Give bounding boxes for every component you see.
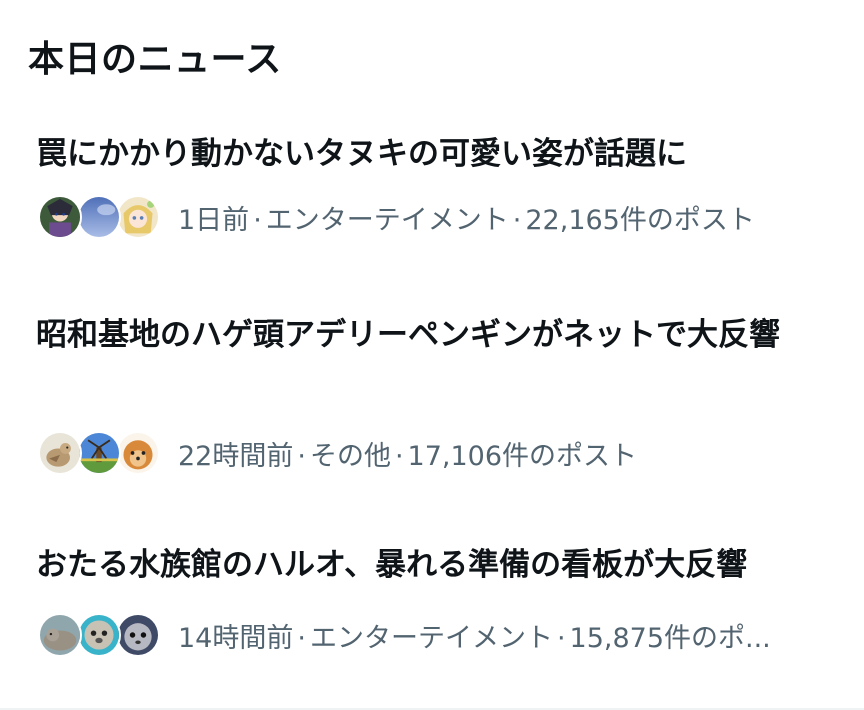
avatar	[116, 195, 160, 239]
news-time: 1日前	[178, 204, 250, 236]
news-meta-text: 22時間前 · その他 · 17,106件のポスト	[178, 434, 637, 473]
meta-separator: ·	[556, 622, 566, 654]
meta-separator: ·	[297, 622, 306, 654]
section-title: 本日のニュース	[28, 39, 282, 80]
news-post-count: 17,106件のポスト	[407, 440, 638, 472]
avatar	[38, 195, 82, 239]
meta-separator: ·	[297, 440, 306, 472]
avatar	[38, 431, 82, 475]
news-category: エンターテイメント	[309, 622, 553, 654]
news-time: 22時間前	[178, 440, 294, 472]
news-panel: 本日のニュース 罠にかかり動かないタヌキの可愛い姿が話題に 1日前 · エンターテイ…	[0, 0, 864, 710]
avatar	[77, 613, 121, 657]
news-item[interactable]: 罠にかかり動かないタヌキの可愛い姿が話題に 1日前 · エンターテイメント · 22,1…	[0, 112, 864, 262]
news-headline[interactable]: 罠にかかり動かないタヌキの可愛い姿が話題に	[36, 131, 826, 177]
news-meta: 1日前 · エンターテイメント · 22,165件のポスト	[38, 194, 755, 240]
avatar	[38, 613, 82, 657]
news-time: 14時間前	[178, 622, 294, 654]
news-category: エンターテイメント	[265, 204, 509, 236]
meta-separator: ·	[512, 204, 522, 236]
meta-separator: ·	[253, 204, 262, 236]
news-meta: 22時間前 · その他 · 17,106件のポスト	[38, 430, 637, 476]
avatar-group	[38, 194, 162, 240]
news-meta-text: 14時間前 · エンターテイメント · 15,875件のポ...	[178, 616, 771, 655]
avatar-group	[38, 612, 162, 658]
news-item[interactable]: おたる水族館のハルオ、暴れる準備の看板が大反響 14時間前 · エンターテイメント ·…	[0, 522, 864, 710]
news-meta-text: 1日前 · エンターテイメント · 22,165件のポスト	[178, 198, 755, 237]
news-headline[interactable]: 昭和基地のハゲ頭アデリーペンギンがネットで大反響	[36, 312, 826, 358]
news-meta: 14時間前 · エンターテイメント · 15,875件のポ...	[38, 612, 771, 658]
news-post-count: 22,165件のポスト	[525, 204, 755, 236]
news-category: その他	[309, 440, 391, 472]
avatar	[116, 613, 160, 657]
news-headline[interactable]: おたる水族館のハルオ、暴れる準備の看板が大反響	[36, 542, 826, 588]
avatar	[77, 195, 121, 239]
meta-separator: ·	[394, 440, 404, 472]
avatar	[116, 431, 160, 475]
avatar	[77, 431, 121, 475]
news-item[interactable]: 昭和基地のハゲ頭アデリーペンギンがネットで大反響 22時間前 · その他 · 17,10…	[0, 292, 864, 492]
avatar-group	[38, 430, 162, 476]
news-post-count: 15,875件のポ...	[569, 622, 771, 654]
